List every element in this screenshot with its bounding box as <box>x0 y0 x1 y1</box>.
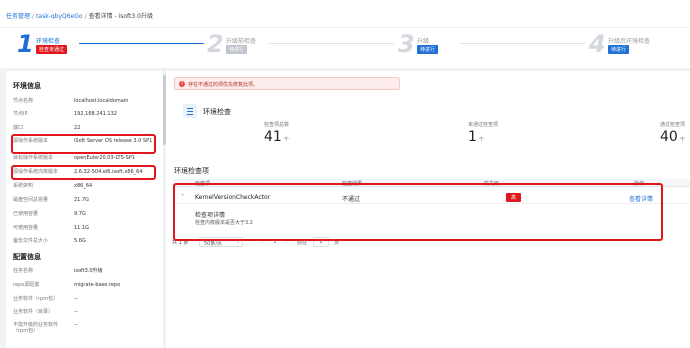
highlight-box <box>11 134 156 154</box>
info-value: -- <box>74 309 78 315</box>
info-key: 备份文件总大小 <box>13 238 49 244</box>
highlight-box <box>11 165 156 180</box>
info-key: 已使用容量 <box>13 211 39 217</box>
info-key: 业务软件（rpm包） <box>13 296 59 302</box>
info-key: 磁盘空间总容量 <box>13 197 49 203</box>
stat-value-wrap: 41 个 <box>264 129 289 145</box>
stat-value: 1 <box>468 129 477 145</box>
config-info-title: 配置信息 <box>13 253 41 261</box>
stat-unit: 个 <box>478 137 484 143</box>
info-key: 任务名称 <box>13 268 34 274</box>
checklist-icon <box>183 104 197 118</box>
step-title: 升级 <box>417 38 430 45</box>
step-upgrade: 3 升级 待进行 <box>398 31 588 61</box>
step-number: 3 <box>398 30 415 58</box>
env-check-title: 环境检查 <box>203 108 231 116</box>
info-value: -- <box>74 296 78 302</box>
stat-value-wrap: 1个 <box>468 129 484 145</box>
step-title: 升级前检查 <box>226 38 257 45</box>
stat-label: 通过检查项 <box>660 122 686 128</box>
step-status-badge: 检查未通过 <box>36 45 68 54</box>
breadcrumb: 任务管理 / task-qbyQ6eGo / 查看详情 - isoft3.0升级 <box>0 0 690 27</box>
breadcrumb-task-id[interactable]: task-qbyQ6eGo <box>36 13 83 20</box>
info-key: 可使用容量 <box>13 225 39 231</box>
info-value: -- <box>74 322 78 328</box>
info-key: 端口 <box>13 125 24 131</box>
info-value: localhost.localdomain <box>74 98 129 104</box>
main-content: ! 存在不通过的项优先修复此项。 环境检查 检查项总数 41 个 未通过检查项 1… <box>166 71 690 348</box>
env-info-title: 环境信息 <box>13 82 41 90</box>
stat-value-wrap: 40 个 <box>660 129 685 145</box>
stat-unit: 个 <box>679 137 685 143</box>
breadcrumb-separator: / <box>32 13 35 20</box>
step-status-badge: 待进行 <box>608 45 630 54</box>
info-value: 21.7G <box>74 197 90 203</box>
step-connector <box>269 43 394 44</box>
info-value: openEuler20.03-LTS-SP1 <box>74 155 135 161</box>
step-connector <box>460 43 585 44</box>
info-value: 192.168.241.132 <box>74 111 117 117</box>
info-value: 22 <box>74 125 81 131</box>
breadcrumb-separator: / <box>84 13 87 20</box>
step-post-upgrade-check: 4 升级后环境检查 待进行 <box>589 31 689 61</box>
info-key: 节点名称 <box>13 98 34 104</box>
step-number: 4 <box>589 30 606 58</box>
error-icon: ! <box>179 81 185 87</box>
info-key: 系统架构 <box>13 183 34 189</box>
stat-value: 41 <box>264 129 282 145</box>
info-key: 节点IP <box>13 111 28 117</box>
page-size-value: 50条/页 <box>204 241 223 247</box>
info-value: 11.1G <box>74 225 90 231</box>
breadcrumb-task-management[interactable]: 任务管理 <box>6 13 30 20</box>
step-number: 1 <box>17 30 34 58</box>
step-number: 2 <box>207 30 224 58</box>
step-connector <box>79 43 204 44</box>
step-pre-upgrade-check: 2 升级前检查 待进行 <box>207 31 397 61</box>
info-key: 业务软件（目录） <box>13 309 54 315</box>
step-status-badge: 待进行 <box>417 45 439 54</box>
stat-label: 检查项总数 <box>264 122 290 128</box>
step-env-check: 1 环境检查 检查未通过 <box>17 31 207 61</box>
info-panel: 环境信息 节点名称 localhost.localdomain 节点IP 192.1… <box>6 71 163 348</box>
alert-text: 存在不通过的项优先修复此项。 <box>188 82 259 88</box>
check-items-title: 环境检查项 <box>174 167 209 175</box>
info-key: repo源配置 <box>13 282 40 288</box>
breadcrumb-current: 查看详情 - isoft3.0升级 <box>88 13 153 20</box>
step-status-badge: 待进行 <box>226 45 248 54</box>
info-key: 目标操作系统版本 <box>13 155 54 161</box>
stat-unit: 个 <box>283 137 289 143</box>
info-value: 5.6G <box>74 238 86 244</box>
highlight-box <box>173 183 663 241</box>
step-title: 升级后环境检查 <box>608 38 651 45</box>
info-value: migrate-base.repo <box>74 282 121 288</box>
stat-label: 未通过检查项 <box>468 122 499 128</box>
stat-value: 40 <box>660 129 678 145</box>
env-check-summary: 环境检查 检查项总数 41 个 未通过检查项 1个 通过检查项 40 个 <box>174 99 690 151</box>
alert-banner: ! 存在不通过的项优先修复此项。 <box>174 77 400 90</box>
step-title: 环境检查 <box>36 38 61 45</box>
progress-steps: 1 环境检查 检查未通过 2 升级前检查 待进行 3 升级 待进行 4 升级后环… <box>0 27 690 68</box>
info-value: 9.7G <box>74 211 86 217</box>
info-key: 不需升级的业务软件（rpm包） <box>13 322 59 334</box>
info-value: x86_64 <box>74 183 93 189</box>
info-value: isoft3.0升级 <box>74 268 103 274</box>
